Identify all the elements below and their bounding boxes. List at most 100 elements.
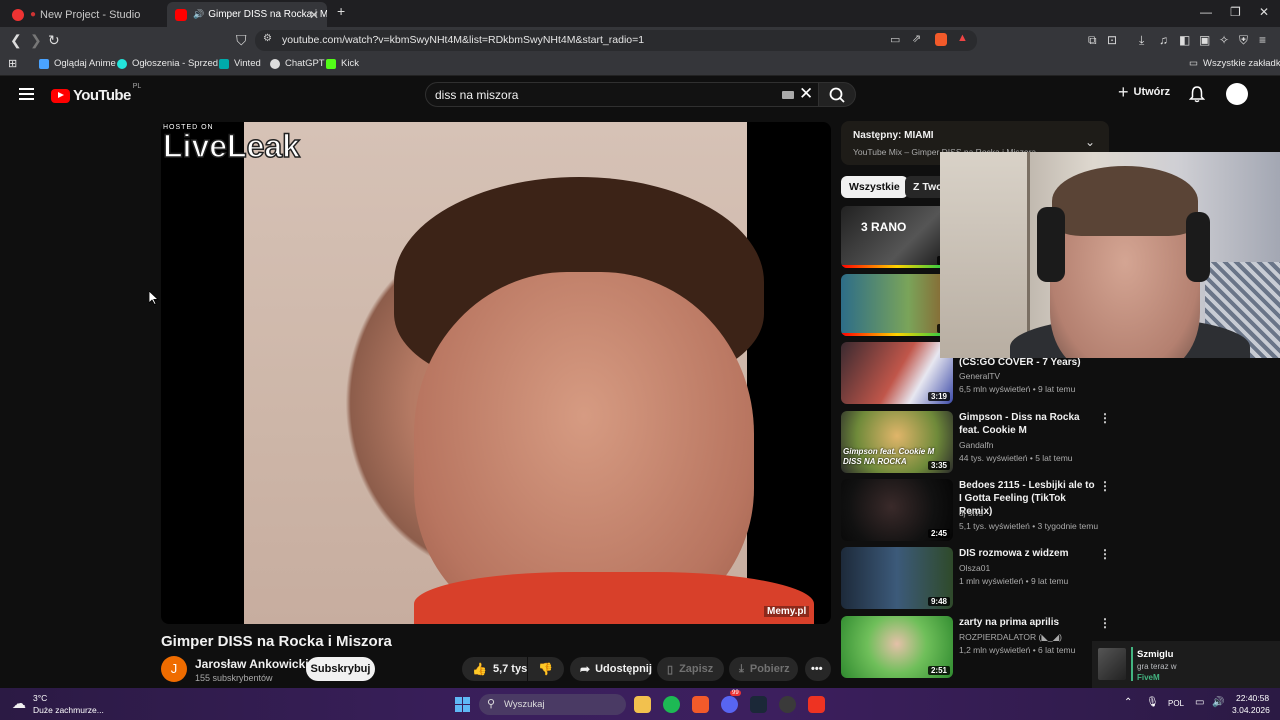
- clock-time[interactable]: 22:40:58: [1236, 693, 1269, 703]
- tray-expand-icon[interactable]: ⌃: [1124, 697, 1132, 708]
- more-actions-button[interactable]: •••: [805, 657, 831, 681]
- taskbar-search[interactable]: ⚲ Wyszukaj: [479, 694, 626, 715]
- brave-shields-icon[interactable]: [935, 33, 947, 46]
- wallet-icon[interactable]: ▣: [1199, 32, 1210, 48]
- youtube-logo[interactable]: YouTube PL: [51, 83, 141, 104]
- clock-date[interactable]: 3.04.2026: [1232, 705, 1270, 715]
- minimize-icon[interactable]: —: [1200, 5, 1212, 19]
- youtube-app-icon[interactable]: [808, 696, 825, 713]
- account-avatar[interactable]: [1226, 83, 1248, 105]
- list-item[interactable]: 9:48 DIS rozmowa z widzem Olsza01 1 mln …: [841, 547, 1111, 609]
- obs-icon[interactable]: [779, 696, 796, 713]
- cast-icon[interactable]: ▭: [890, 33, 900, 46]
- list-item[interactable]: Gimpson feat. Cookie M DISS NA ROCKA 3:3…: [841, 411, 1111, 473]
- discord-badge: 99: [730, 690, 741, 696]
- notification-activity: gra teraz w: [1137, 662, 1177, 671]
- video-meta: 5,1 tys. wyświetleń • 3 tygodnie temu: [959, 521, 1099, 531]
- bookmark-item[interactable]: Vinted: [219, 58, 261, 69]
- clear-search-icon[interactable]: ✕: [799, 84, 813, 104]
- tab-youtube[interactable]: 🔊 Gimper DISS na Rocka i Miszo ✕: [167, 2, 327, 27]
- list-item[interactable]: 2:51 zarty na prima aprilis ROZPIERDALAT…: [841, 616, 1111, 678]
- downloads-icon[interactable]: ⤓: [1139, 32, 1144, 48]
- share-button[interactable]: ➦ Udostępnij: [570, 657, 652, 681]
- screenshot-icon[interactable]: ⊡: [1107, 32, 1117, 48]
- weather-icon[interactable]: ☁: [12, 695, 26, 712]
- search-icon: [829, 87, 845, 103]
- all-bookmarks-item[interactable]: ▭ Wszystkie zakładki: [1189, 58, 1280, 69]
- forward-icon[interactable]: ❯: [30, 32, 42, 48]
- discord-icon[interactable]: 99: [721, 690, 741, 713]
- hamburger-menu-icon[interactable]: [19, 88, 34, 100]
- new-tab-button[interactable]: +: [337, 3, 345, 19]
- channel-subscribers: 155 subskrybentów: [195, 673, 273, 683]
- microphone-icon[interactable]: 🎙: [1146, 697, 1159, 708]
- apps-grid-icon[interactable]: ⊞: [8, 57, 17, 70]
- bookmark-label: Oglądaj Anime: [54, 58, 116, 69]
- search-button[interactable]: [818, 82, 856, 107]
- start-button[interactable]: [455, 697, 470, 712]
- save-icon: ▯: [667, 663, 674, 676]
- more-options-icon[interactable]: ⋮: [1099, 412, 1111, 424]
- menu-icon[interactable]: ≡: [1259, 32, 1266, 48]
- restore-icon[interactable]: ❐: [1230, 5, 1241, 19]
- url-text: youtube.com/watch?v=kbmSwyNHt4M&list=RDk…: [282, 34, 645, 46]
- channel-name: dj stvs: [959, 508, 984, 518]
- channel-name: ROZPIERDALATOR (◣_◢): [959, 632, 1062, 642]
- channel-avatar[interactable]: J: [161, 656, 187, 682]
- bookmark-item[interactable]: Ogłoszenia - Sprzed...: [117, 58, 226, 69]
- media-icon[interactable]: ♫: [1159, 32, 1168, 48]
- video-meta: 44 tys. wyświetleń • 5 lat temu: [959, 453, 1073, 463]
- url-bar[interactable]: ⚙ youtube.com/watch?v=kbmSwyNHt4M&list=R…: [255, 30, 977, 51]
- vpn-icon[interactable]: ⛨: [1239, 32, 1248, 48]
- video-title: Gimper DISS na Rocka i Miszora: [161, 633, 392, 650]
- more-options-icon[interactable]: ⋮: [1099, 617, 1111, 629]
- address-toolbar: ❮ ❯ ↻ ⛉ ⚙ youtube.com/watch?v=kbmSwyNHt4…: [0, 27, 1280, 54]
- brave-icon[interactable]: [692, 696, 709, 713]
- bookmark-label: Kick: [341, 58, 359, 69]
- dislike-button[interactable]: 👎: [528, 657, 564, 681]
- save-button[interactable]: ▯ Zapisz: [657, 657, 724, 681]
- create-button[interactable]: + Utwórz: [1118, 83, 1170, 101]
- close-window-icon[interactable]: ✕: [1259, 5, 1269, 19]
- like-button[interactable]: 👍 5,7 tys.: [462, 657, 530, 681]
- video-player[interactable]: Memy.pl HOSTED ON LiveLeak: [161, 122, 831, 624]
- bookmark-label: Wszystkie zakładki: [1202, 58, 1280, 69]
- more-options-icon[interactable]: ⋮: [1099, 548, 1111, 560]
- video-title: Gimpson - Diss na Rocka feat. Cookie M: [959, 412, 1080, 436]
- sidebar-icon[interactable]: ◧: [1179, 32, 1190, 48]
- bookmark-item[interactable]: Oglądaj Anime: [39, 58, 116, 69]
- list-item[interactable]: 2:45 Bedoes 2115 - Lesbijki ale to I Got…: [841, 479, 1111, 541]
- more-options-icon[interactable]: ⋮: [1099, 480, 1111, 492]
- channel-name: Gandalfn: [959, 440, 994, 450]
- notifications-button[interactable]: [1188, 85, 1206, 108]
- reload-icon[interactable]: ↻: [48, 32, 60, 48]
- subscribe-button[interactable]: Subskrybuj: [306, 657, 375, 681]
- save-label: Zapisz: [679, 663, 714, 675]
- keyboard-icon[interactable]: [782, 91, 794, 99]
- language-indicator[interactable]: POL: [1168, 699, 1184, 708]
- spotify-icon[interactable]: [663, 696, 680, 713]
- record-dot-icon: ●: [30, 9, 37, 20]
- notification-game: FiveM: [1137, 673, 1160, 682]
- search-input[interactable]: diss na miszora ✕: [425, 82, 820, 107]
- volume-icon[interactable]: 🔊: [1212, 697, 1224, 708]
- activity-notification[interactable]: Szmiglu gra teraz w FiveM: [1092, 641, 1280, 688]
- download-button[interactable]: ⤓ Pobierz: [729, 657, 798, 681]
- steam-icon[interactable]: [750, 696, 767, 713]
- bookmark-item[interactable]: Kick: [326, 58, 359, 69]
- site-info-icon[interactable]: ⚙: [263, 33, 272, 44]
- chevron-down-icon[interactable]: ⌄: [1085, 135, 1095, 149]
- leo-ai-icon[interactable]: ✧: [1219, 32, 1229, 48]
- share-page-icon[interactable]: ⇗: [912, 32, 921, 45]
- bookmark-item[interactable]: ChatGPT: [270, 58, 325, 69]
- file-explorer-icon[interactable]: [634, 696, 651, 713]
- chip-all[interactable]: Wszystkie: [841, 176, 908, 198]
- network-icon[interactable]: ▭: [1195, 697, 1204, 708]
- brave-rewards-icon[interactable]: ▲: [957, 32, 968, 44]
- channel-name[interactable]: Jarosław Ankowicki: [195, 657, 309, 671]
- bookmark-icon[interactable]: ⛉: [236, 32, 247, 48]
- tab-new-project[interactable]: ● New Project - Studio: [4, 2, 164, 27]
- extensions-icon[interactable]: ⧉: [1088, 32, 1097, 48]
- back-icon[interactable]: ❮: [10, 32, 22, 48]
- close-tab-icon[interactable]: ✕: [309, 8, 319, 22]
